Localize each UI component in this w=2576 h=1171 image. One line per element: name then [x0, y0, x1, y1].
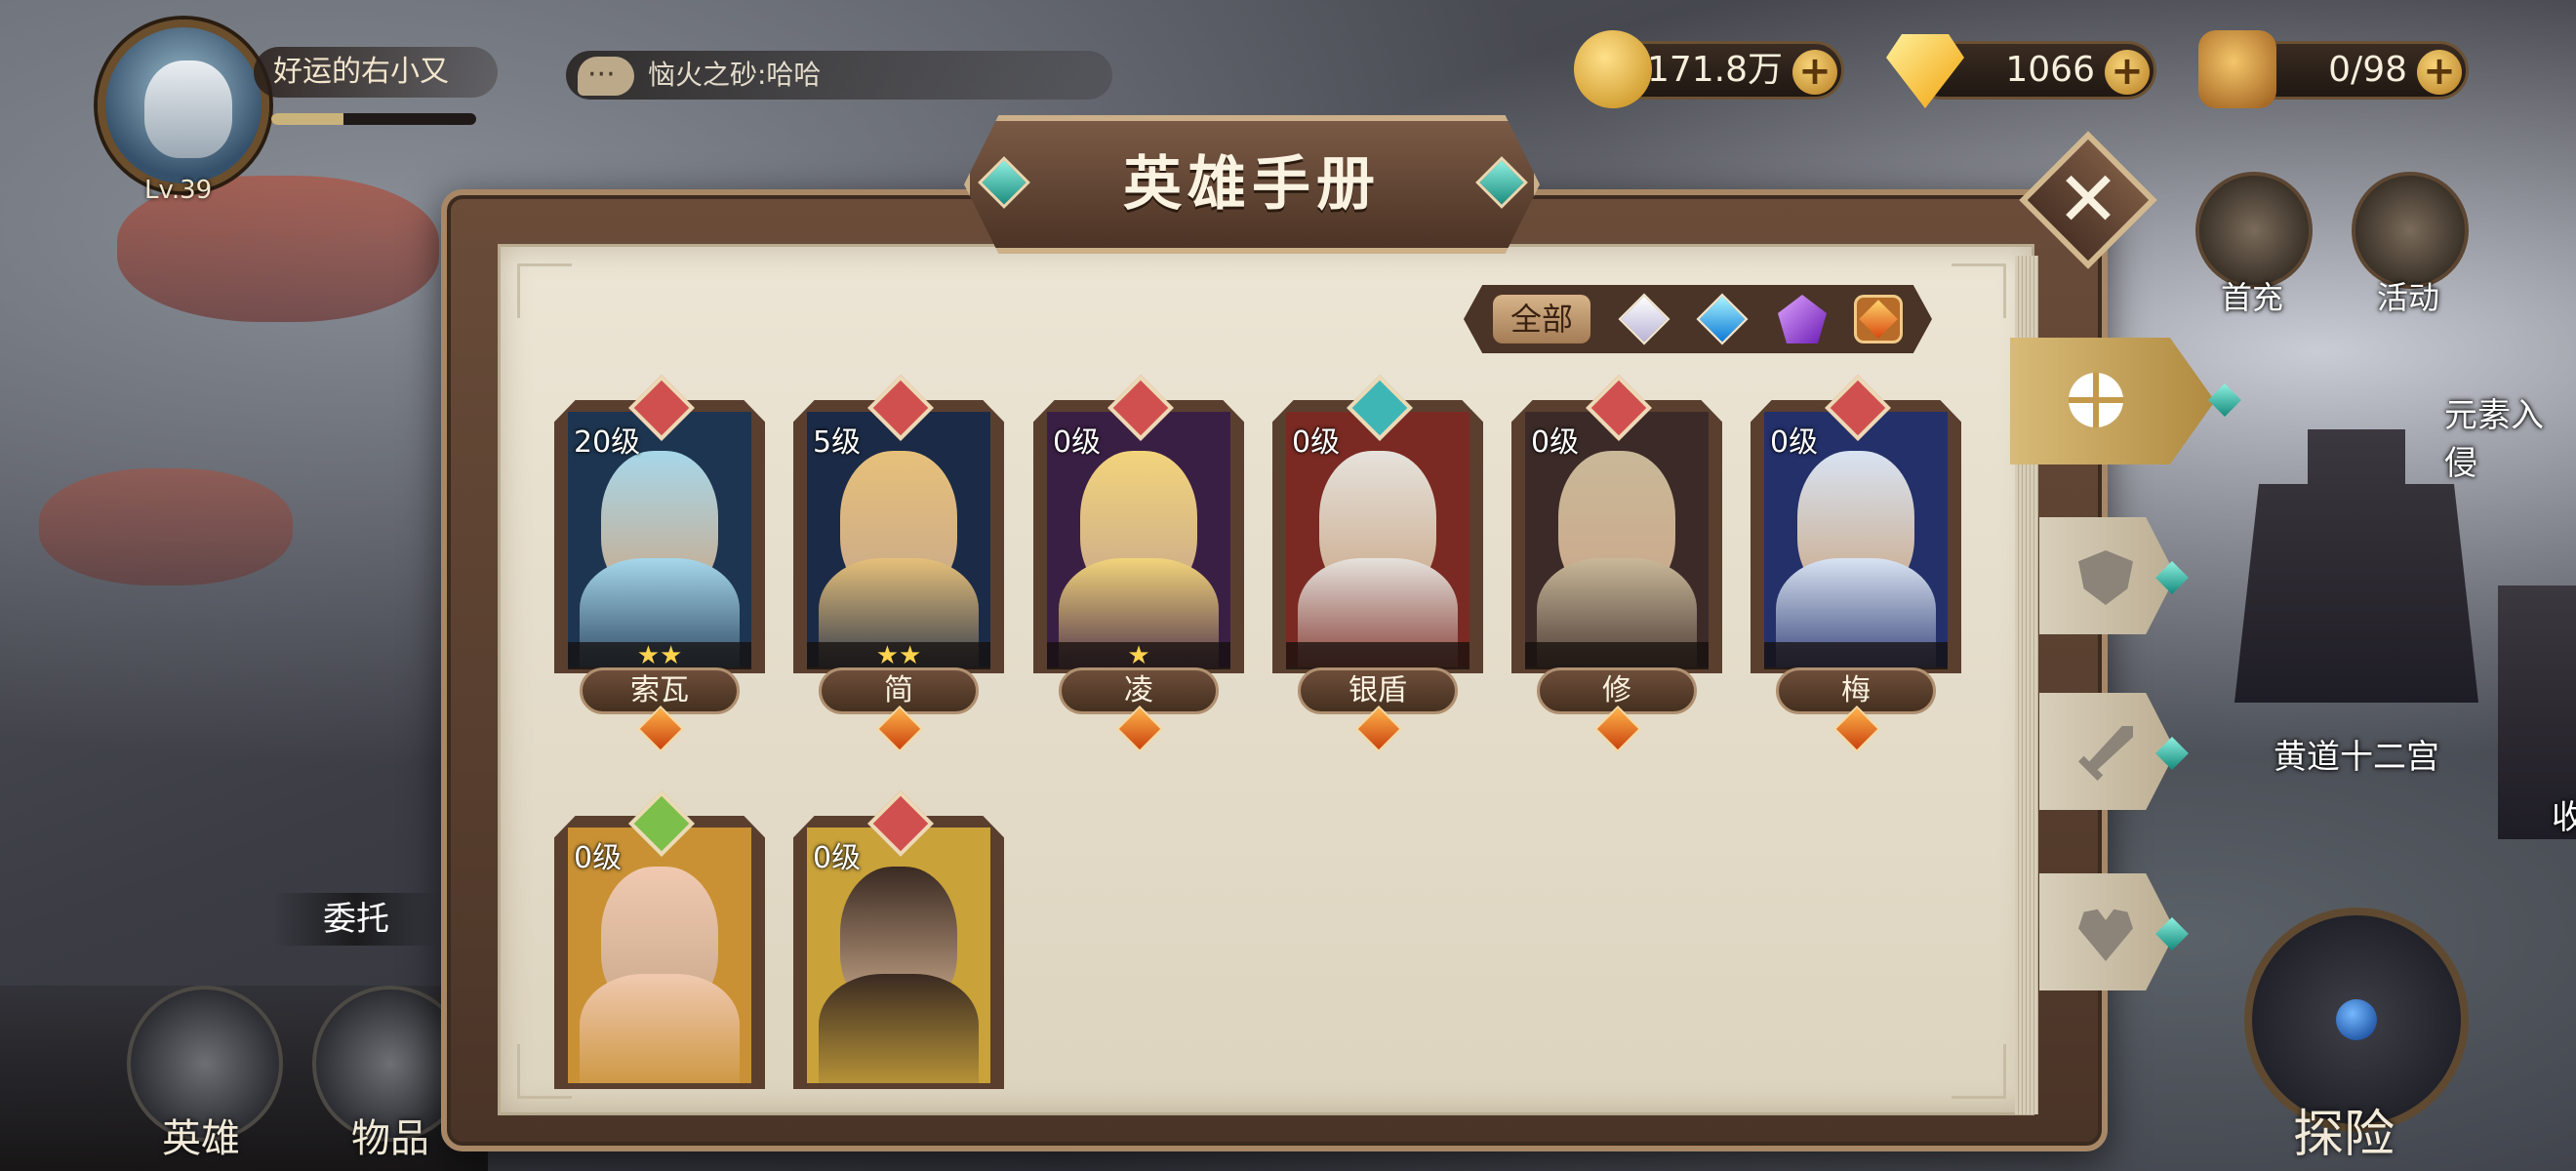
items-nav-label: 物品: [351, 1116, 429, 1161]
hero-portrait-body: [580, 974, 740, 1083]
add-stamina-button[interactable]: +: [2417, 50, 2462, 95]
heroes-nav-label: 英雄: [162, 1116, 240, 1161]
gem-counter: 1066 +: [1886, 34, 2156, 108]
exp-bar-fill: [271, 113, 343, 125]
hero-level: 0级: [1531, 425, 1580, 460]
shield-icon: [2078, 550, 2133, 605]
player-name[interactable]: 好运的右小又: [254, 47, 498, 98]
hero-level: 0级: [574, 841, 623, 875]
sword-icon: [2078, 726, 2133, 781]
grid-icon: [2069, 373, 2123, 427]
page-corner-ornament: [1952, 1044, 2006, 1099]
filter-all-button[interactable]: 全部: [1493, 295, 1590, 343]
hero-portrait-body: [819, 974, 979, 1083]
gold-counter: 171.8万 +: [1574, 30, 1844, 108]
map-rock: [39, 468, 293, 586]
blue-gem-filter-icon[interactable]: [1696, 293, 1749, 345]
hero-book-title: 英雄手册: [1123, 150, 1381, 219]
zodiac-label[interactable]: 黄道十二宫: [2274, 730, 2439, 778]
explore-label: 探险: [2293, 1106, 2395, 1164]
element-invasion-label[interactable]: 元素入侵: [2444, 388, 2576, 484]
food-chest-icon: [2198, 30, 2276, 108]
hero-card[interactable]: 0级: [793, 790, 1004, 1089]
hero-stars: ★★: [807, 642, 990, 669]
orange-gem-filter-icon[interactable]: [1854, 295, 1903, 343]
gold-value: 171.8万: [1646, 50, 1783, 90]
right-edge-label[interactable]: 收: [2552, 790, 2576, 838]
close-icon: ✕: [2056, 156, 2120, 244]
hero-level: 5级: [813, 425, 862, 460]
chat-bubble-icon: [578, 51, 634, 100]
hero-stars: ★: [1047, 642, 1230, 669]
chat-message: 恼火之砂:哈哈: [648, 59, 822, 91]
add-gems-button[interactable]: +: [2105, 50, 2150, 95]
hero-card[interactable]: 0级梅: [1751, 375, 1961, 753]
hero-stars: [1525, 642, 1709, 669]
hero-stars: [1286, 642, 1469, 669]
events-icon[interactable]: [2352, 172, 2469, 289]
hero-card[interactable]: 5级 ★★ 简: [793, 375, 1004, 753]
first-recharge-icon[interactable]: [2195, 172, 2313, 289]
purple-gem-filter-icon[interactable]: [1778, 295, 1827, 343]
entrust-button[interactable]: 委托: [273, 893, 439, 946]
hero-level: 0级: [1770, 425, 1819, 460]
hero-stars: [1764, 642, 1948, 669]
gem-value: 1066: [2005, 50, 2095, 90]
orange-gem-shape: [1859, 300, 1898, 339]
hero-level: 0级: [813, 841, 862, 875]
heart-icon: [2078, 909, 2133, 961]
player-level: Lv.39: [144, 176, 213, 205]
stamina-counter: 0/98 +: [2198, 30, 2469, 108]
hero-card[interactable]: 0级 银盾: [1272, 375, 1483, 753]
grid-icon-line: [2069, 397, 2123, 403]
player-avatar[interactable]: [98, 20, 269, 191]
add-gold-button[interactable]: +: [1792, 50, 1837, 95]
chat-ticker[interactable]: 恼火之砂:哈哈: [566, 51, 1112, 100]
hero-stars: ★★: [568, 642, 751, 669]
hero-book-title-plate: 英雄手册: [964, 115, 1540, 254]
hero-level: 0级: [1053, 425, 1102, 460]
hero-card[interactable]: 0级: [554, 790, 765, 1089]
hero-level: 20级: [574, 425, 641, 460]
hero-card[interactable]: 20级 ★★ 索瓦: [554, 375, 765, 753]
explore-gem-icon: [2336, 999, 2377, 1040]
gold-coin-icon: [1574, 30, 1652, 108]
hero-card[interactable]: 0级 ★ 凌: [1033, 375, 1244, 753]
rarity-filter-bar: 全部: [1464, 285, 1932, 353]
first-recharge-label: 首充: [2221, 279, 2284, 316]
events-label: 活动: [2377, 279, 2440, 316]
hero-level: 0级: [1292, 425, 1341, 460]
exp-bar: [271, 113, 476, 125]
avatar-face: [144, 61, 232, 158]
page-corner-ornament: [1952, 263, 2006, 318]
hero-card[interactable]: 0级修: [1511, 375, 1722, 753]
stamina-value: 0/98: [2328, 50, 2407, 90]
white-gem-filter-icon[interactable]: [1618, 293, 1670, 345]
page-corner-ornament: [517, 263, 572, 318]
